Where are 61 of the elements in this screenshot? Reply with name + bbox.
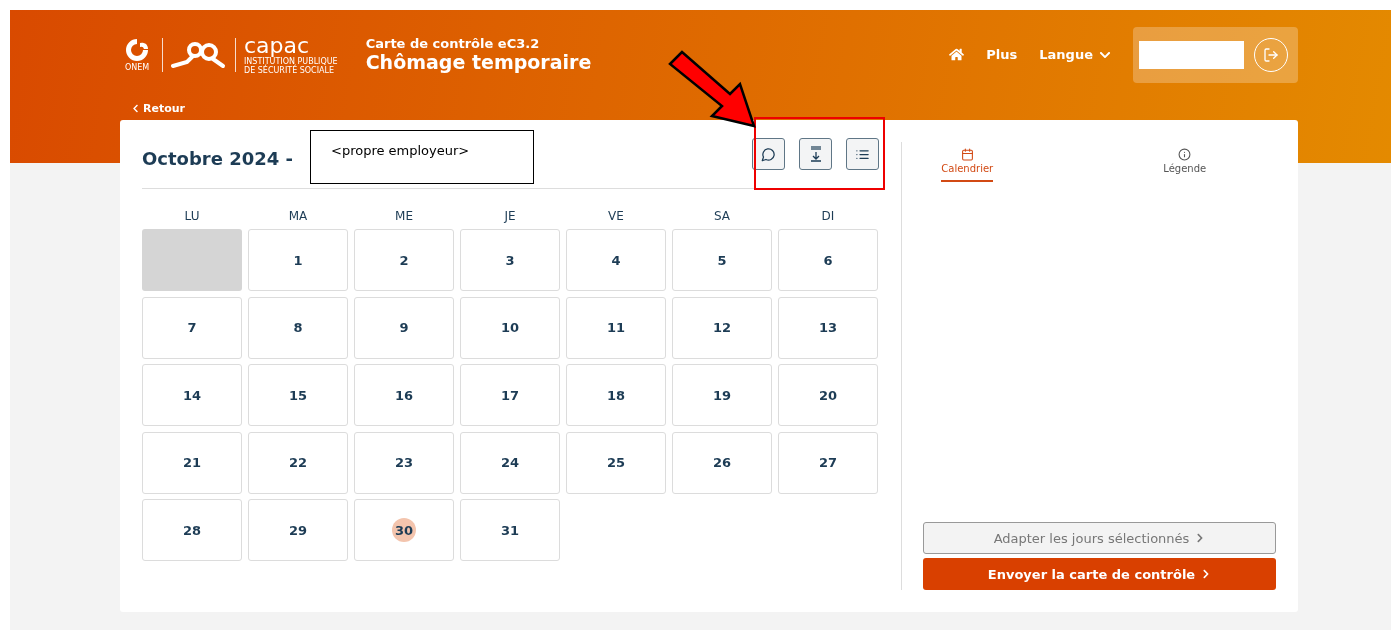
day-cell[interactable]: 17	[460, 364, 560, 426]
day-cell[interactable]: 30	[354, 499, 454, 561]
weekday-label: JE	[503, 209, 517, 223]
weekday-label: MA	[287, 209, 309, 223]
day-cell[interactable]: 26	[672, 431, 772, 494]
day-cell[interactable]: 13	[778, 296, 878, 359]
day-cell[interactable]: 24	[460, 431, 560, 494]
day-cell[interactable]: 14	[142, 364, 242, 426]
calendar-icon	[960, 148, 974, 161]
day-cell[interactable]: 31	[460, 499, 560, 561]
day-cell[interactable]: 29	[248, 499, 348, 561]
day-cell[interactable]: 2	[354, 229, 454, 291]
chevron-left-icon	[131, 104, 140, 113]
logout-icon	[1263, 46, 1279, 63]
document-download-icon	[808, 145, 823, 163]
logo-tagline: DE SÉCURITÉ SOCIALE	[244, 65, 335, 75]
day-cell[interactable]: 20	[778, 364, 878, 426]
day-cell[interactable]: 27	[778, 431, 878, 494]
day-cell[interactable]: 10	[460, 296, 560, 359]
user-field[interactable]	[1139, 40, 1244, 69]
day-cell[interactable]: 12	[672, 296, 772, 359]
weekday-label: VE	[607, 209, 625, 223]
weekday-label: ME	[394, 209, 414, 223]
onem-logo-text: ONEM	[124, 63, 150, 72]
day-cell[interactable]: 5	[672, 229, 772, 291]
pdf-download-button[interactable]	[799, 138, 832, 170]
day-cell[interactable]: 11	[566, 296, 666, 359]
day-cell[interactable]: 15	[248, 364, 348, 426]
day-cell[interactable]: 19	[672, 364, 772, 426]
day-cell[interactable]: 7	[142, 296, 242, 359]
weekday-label: LU	[183, 209, 201, 223]
page-title: Chômage temporaire	[365, 51, 592, 73]
day-cell[interactable]: 8	[248, 296, 348, 359]
weekday-label: DI	[820, 209, 836, 223]
day-cell[interactable]: 18	[566, 364, 666, 426]
weekday-label: SA	[712, 209, 732, 223]
day-cell[interactable]: 6	[778, 229, 878, 291]
day-cell[interactable]: 28	[142, 499, 242, 561]
day-cell[interactable]: 23	[354, 431, 454, 494]
info-icon	[1178, 148, 1192, 161]
action-button[interactable]: Envoyer la carte de contrôle	[923, 558, 1276, 590]
people-logo-icon	[171, 39, 227, 70]
day-cell[interactable]: 22	[248, 431, 348, 494]
comment-button[interactable]	[752, 138, 785, 170]
day-cell[interactable]: 25	[566, 431, 666, 494]
home-icon[interactable]	[949, 47, 965, 62]
page-subtitle: Carte de contrôle eC3.2	[365, 36, 541, 51]
side-tab[interactable]: Légende	[1163, 148, 1207, 182]
list-button[interactable]	[846, 138, 879, 170]
annotation-note: <propre employeur>	[310, 130, 534, 184]
day-cell[interactable]: 9	[354, 296, 454, 359]
day-cell[interactable]: 4	[566, 229, 666, 291]
month-title: Octobre 2024 -	[142, 147, 293, 169]
day-cell[interactable]: 21	[142, 431, 242, 494]
day-cell[interactable]: 3	[460, 229, 560, 291]
day-cell[interactable]: 1	[248, 229, 348, 291]
capac-logo-text: capac	[244, 34, 310, 57]
speech-bubble-icon	[761, 146, 776, 162]
day-cell[interactable]: 16	[354, 364, 454, 426]
side-tab[interactable]: Calendrier	[941, 148, 994, 182]
back-link[interactable]: Retour	[131, 102, 185, 115]
